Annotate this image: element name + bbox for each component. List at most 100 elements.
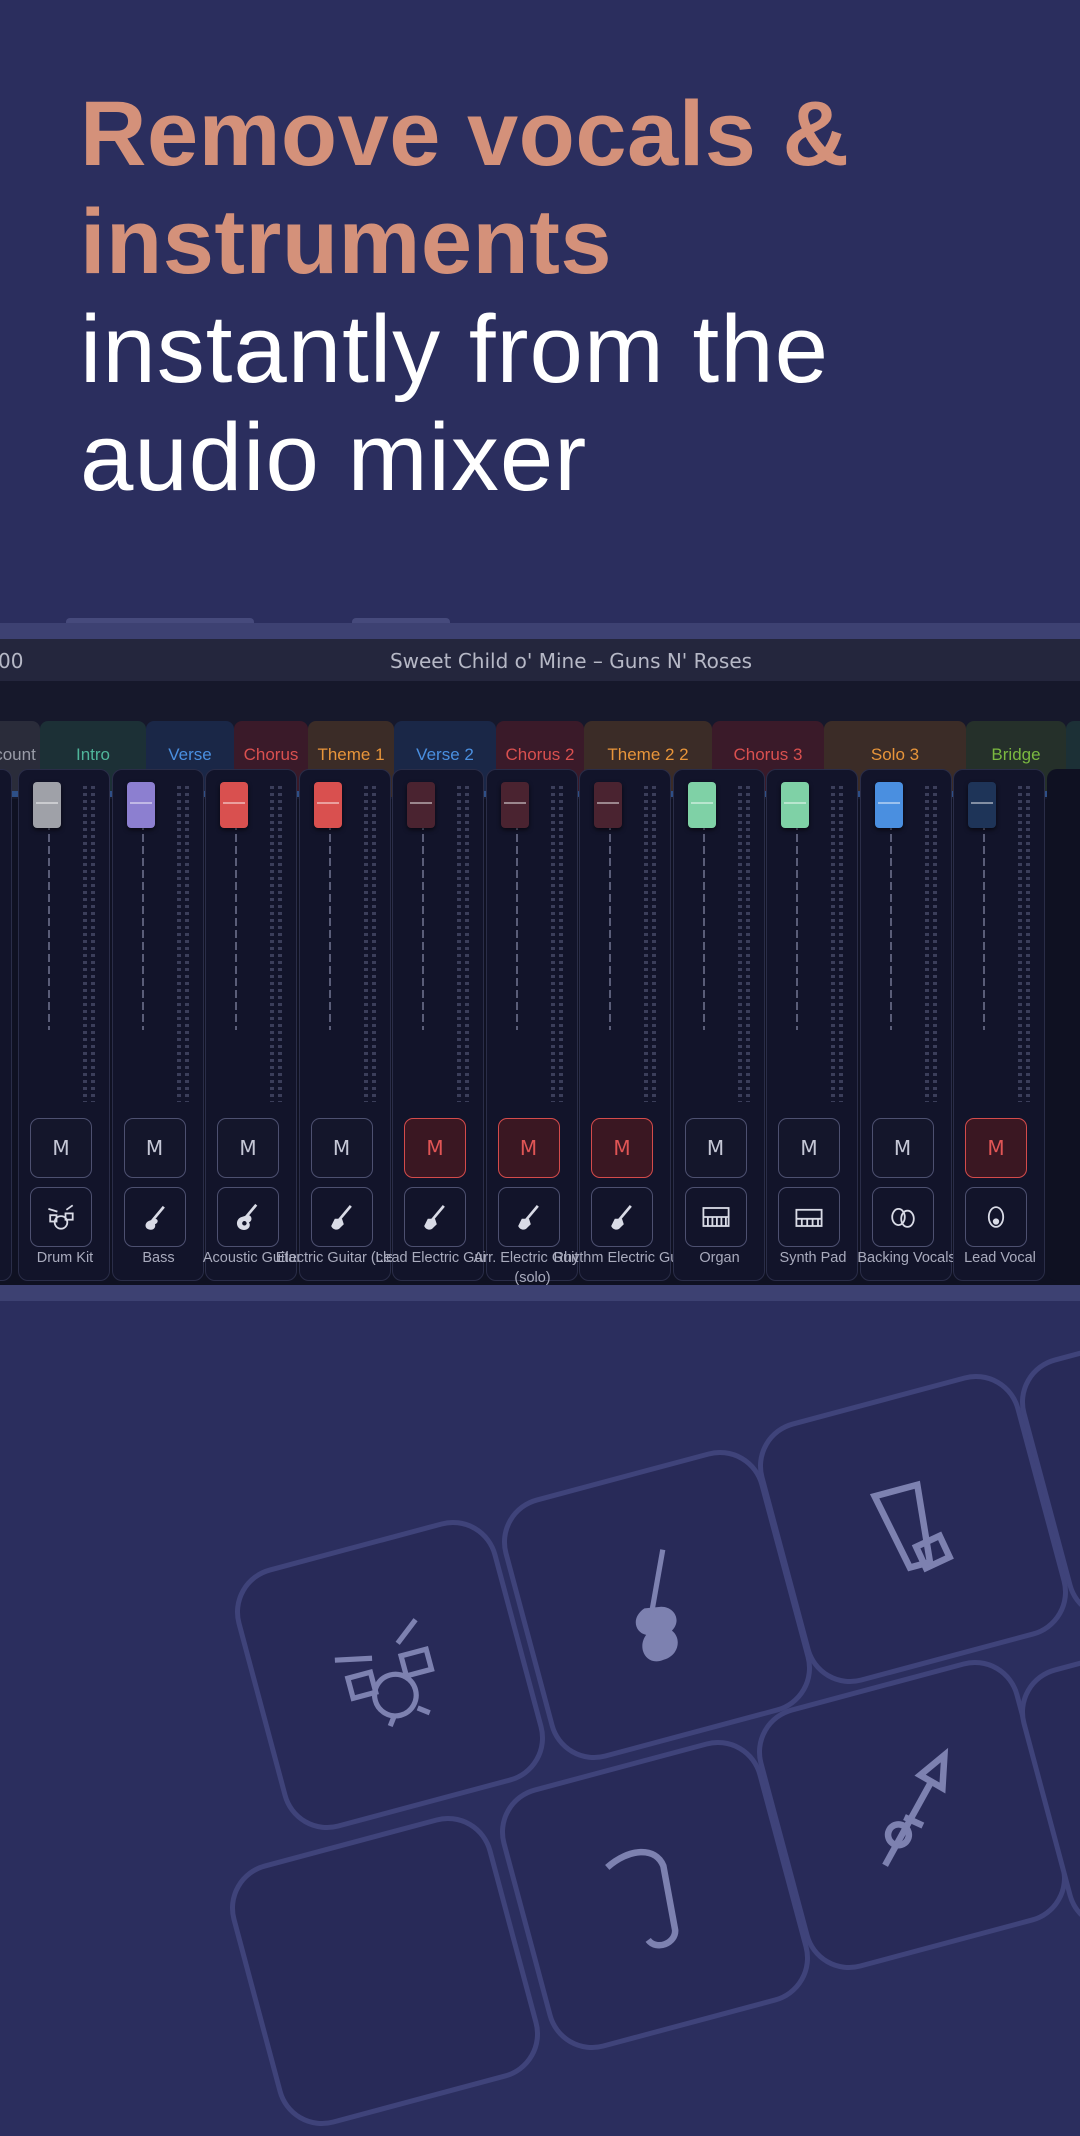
fader-track bbox=[422, 810, 424, 1030]
instrument-button[interactable] bbox=[217, 1187, 279, 1247]
volume-fader-knob[interactable] bbox=[314, 782, 342, 828]
channel-strip: MRhythm Electric Guitar bbox=[579, 769, 671, 1281]
channel-strip: MOrgan bbox=[673, 769, 765, 1281]
instrument-button[interactable] bbox=[778, 1187, 840, 1247]
section-label: Theme 1 bbox=[317, 745, 384, 765]
level-meter bbox=[465, 786, 469, 1102]
mixer-bottom-border bbox=[0, 1285, 1080, 1301]
instrument-button[interactable] bbox=[498, 1187, 560, 1247]
volume-fader-knob[interactable] bbox=[33, 782, 61, 828]
mixer-top-border bbox=[0, 623, 1080, 639]
synth-icon bbox=[791, 1199, 827, 1235]
fader-track bbox=[329, 810, 331, 1030]
mute-button[interactable]: M bbox=[404, 1118, 466, 1178]
level-meter bbox=[746, 786, 750, 1102]
mute-button[interactable]: M bbox=[124, 1118, 186, 1178]
mute-button[interactable]: M bbox=[685, 1118, 747, 1178]
mute-button[interactable]: M bbox=[965, 1118, 1027, 1178]
section-label: Chorus bbox=[244, 745, 299, 765]
channel-strip: MElectric Guitar (clean) bbox=[299, 769, 391, 1281]
volume-fader-knob[interactable] bbox=[968, 782, 996, 828]
level-meter bbox=[1026, 786, 1030, 1102]
level-meter bbox=[831, 786, 835, 1102]
instrument-button[interactable] bbox=[124, 1187, 186, 1247]
level-meter bbox=[559, 786, 563, 1102]
fader-track bbox=[142, 810, 144, 1030]
instrument-button[interactable] bbox=[591, 1187, 653, 1247]
instrument-button[interactable] bbox=[30, 1187, 92, 1247]
volume-fader-knob[interactable] bbox=[781, 782, 809, 828]
headline-plain-line-1: instantly from the bbox=[80, 296, 1040, 404]
section-label: Chorus 3 bbox=[734, 745, 803, 765]
mute-button[interactable]: M bbox=[778, 1118, 840, 1178]
instrument-button[interactable] bbox=[965, 1187, 1027, 1247]
channel-strip-gap bbox=[1047, 769, 1080, 1281]
electric-guitar-icon bbox=[324, 1199, 360, 1235]
backing-vocals-icon bbox=[885, 1199, 921, 1235]
saxophone-icon bbox=[575, 1815, 734, 1974]
channel-strip: MLead Electric Guitar bbox=[392, 769, 484, 1281]
level-meter bbox=[839, 786, 843, 1102]
volume-fader-knob[interactable] bbox=[594, 782, 622, 828]
level-meter bbox=[270, 786, 274, 1102]
volume-fader-knob[interactable] bbox=[875, 782, 903, 828]
level-meter bbox=[644, 786, 648, 1102]
level-meter bbox=[364, 786, 368, 1102]
volume-fader-knob[interactable] bbox=[688, 782, 716, 828]
level-meter bbox=[91, 786, 95, 1102]
section-label: Verse bbox=[168, 745, 211, 765]
conga-icon bbox=[833, 1449, 992, 1608]
electric-guitar-icon bbox=[604, 1199, 640, 1235]
level-meter bbox=[551, 786, 555, 1102]
fader-track bbox=[235, 810, 237, 1030]
level-meter bbox=[278, 786, 282, 1102]
section-label: Chorus 2 bbox=[506, 745, 575, 765]
level-meter bbox=[185, 786, 189, 1102]
mute-button[interactable]: M bbox=[217, 1118, 279, 1178]
headline-accent-line-1: Remove vocals & bbox=[80, 80, 1040, 188]
volume-fader-knob[interactable] bbox=[501, 782, 529, 828]
mute-button[interactable]: M bbox=[872, 1118, 934, 1178]
volume-fader-knob[interactable] bbox=[127, 782, 155, 828]
mute-button[interactable]: M bbox=[311, 1118, 373, 1178]
channel-strip: MAcoustic Guitar bbox=[205, 769, 297, 1281]
mute-button[interactable]: M bbox=[498, 1118, 560, 1178]
fader-track bbox=[516, 810, 518, 1030]
channel-strips: MDrum KitMBassMAcoustic GuitarMElectric … bbox=[0, 763, 1080, 1285]
level-meter bbox=[1018, 786, 1022, 1102]
instrument-button[interactable] bbox=[311, 1187, 373, 1247]
section-label: Theme 2 2 bbox=[607, 745, 688, 765]
fader-track bbox=[703, 810, 705, 1030]
lead-vocal-icon bbox=[978, 1199, 1014, 1235]
fader-track bbox=[890, 810, 892, 1030]
channel-strip: MSynth Pad bbox=[766, 769, 858, 1281]
channel-strip: MBass bbox=[112, 769, 204, 1281]
instrument-button[interactable] bbox=[872, 1187, 934, 1247]
level-meter bbox=[83, 786, 87, 1102]
mute-button[interactable]: M bbox=[591, 1118, 653, 1178]
fader-track bbox=[48, 810, 50, 1030]
volume-fader-knob[interactable] bbox=[407, 782, 435, 828]
song-title: Sweet Child o' Mine – Guns N' Roses bbox=[0, 649, 1080, 673]
mute-button[interactable]: M bbox=[30, 1118, 92, 1178]
level-meter bbox=[738, 786, 742, 1102]
fader-track bbox=[796, 810, 798, 1030]
section-label: count bbox=[0, 745, 36, 765]
headline-accent-line-2: instruments bbox=[80, 188, 1040, 296]
level-meter bbox=[933, 786, 937, 1102]
channel-strip-partial bbox=[0, 769, 12, 1281]
channel-strip: MArr. Electric Guitar (solo) bbox=[486, 769, 578, 1281]
organ-icon bbox=[698, 1199, 734, 1235]
headline-plain-line-2: audio mixer bbox=[80, 404, 1040, 512]
trumpet-icon bbox=[832, 1735, 991, 1894]
section-label: Solo 3 bbox=[871, 745, 919, 765]
drum-kit-icon bbox=[43, 1199, 79, 1235]
volume-fader-knob[interactable] bbox=[220, 782, 248, 828]
channel-strip: MLead Vocal bbox=[953, 769, 1045, 1281]
acoustic-guitar-icon bbox=[230, 1199, 266, 1235]
fader-track bbox=[983, 810, 985, 1030]
section-label: Intro bbox=[76, 745, 110, 765]
level-meter bbox=[925, 786, 929, 1102]
instrument-button[interactable] bbox=[404, 1187, 466, 1247]
instrument-button[interactable] bbox=[685, 1187, 747, 1247]
